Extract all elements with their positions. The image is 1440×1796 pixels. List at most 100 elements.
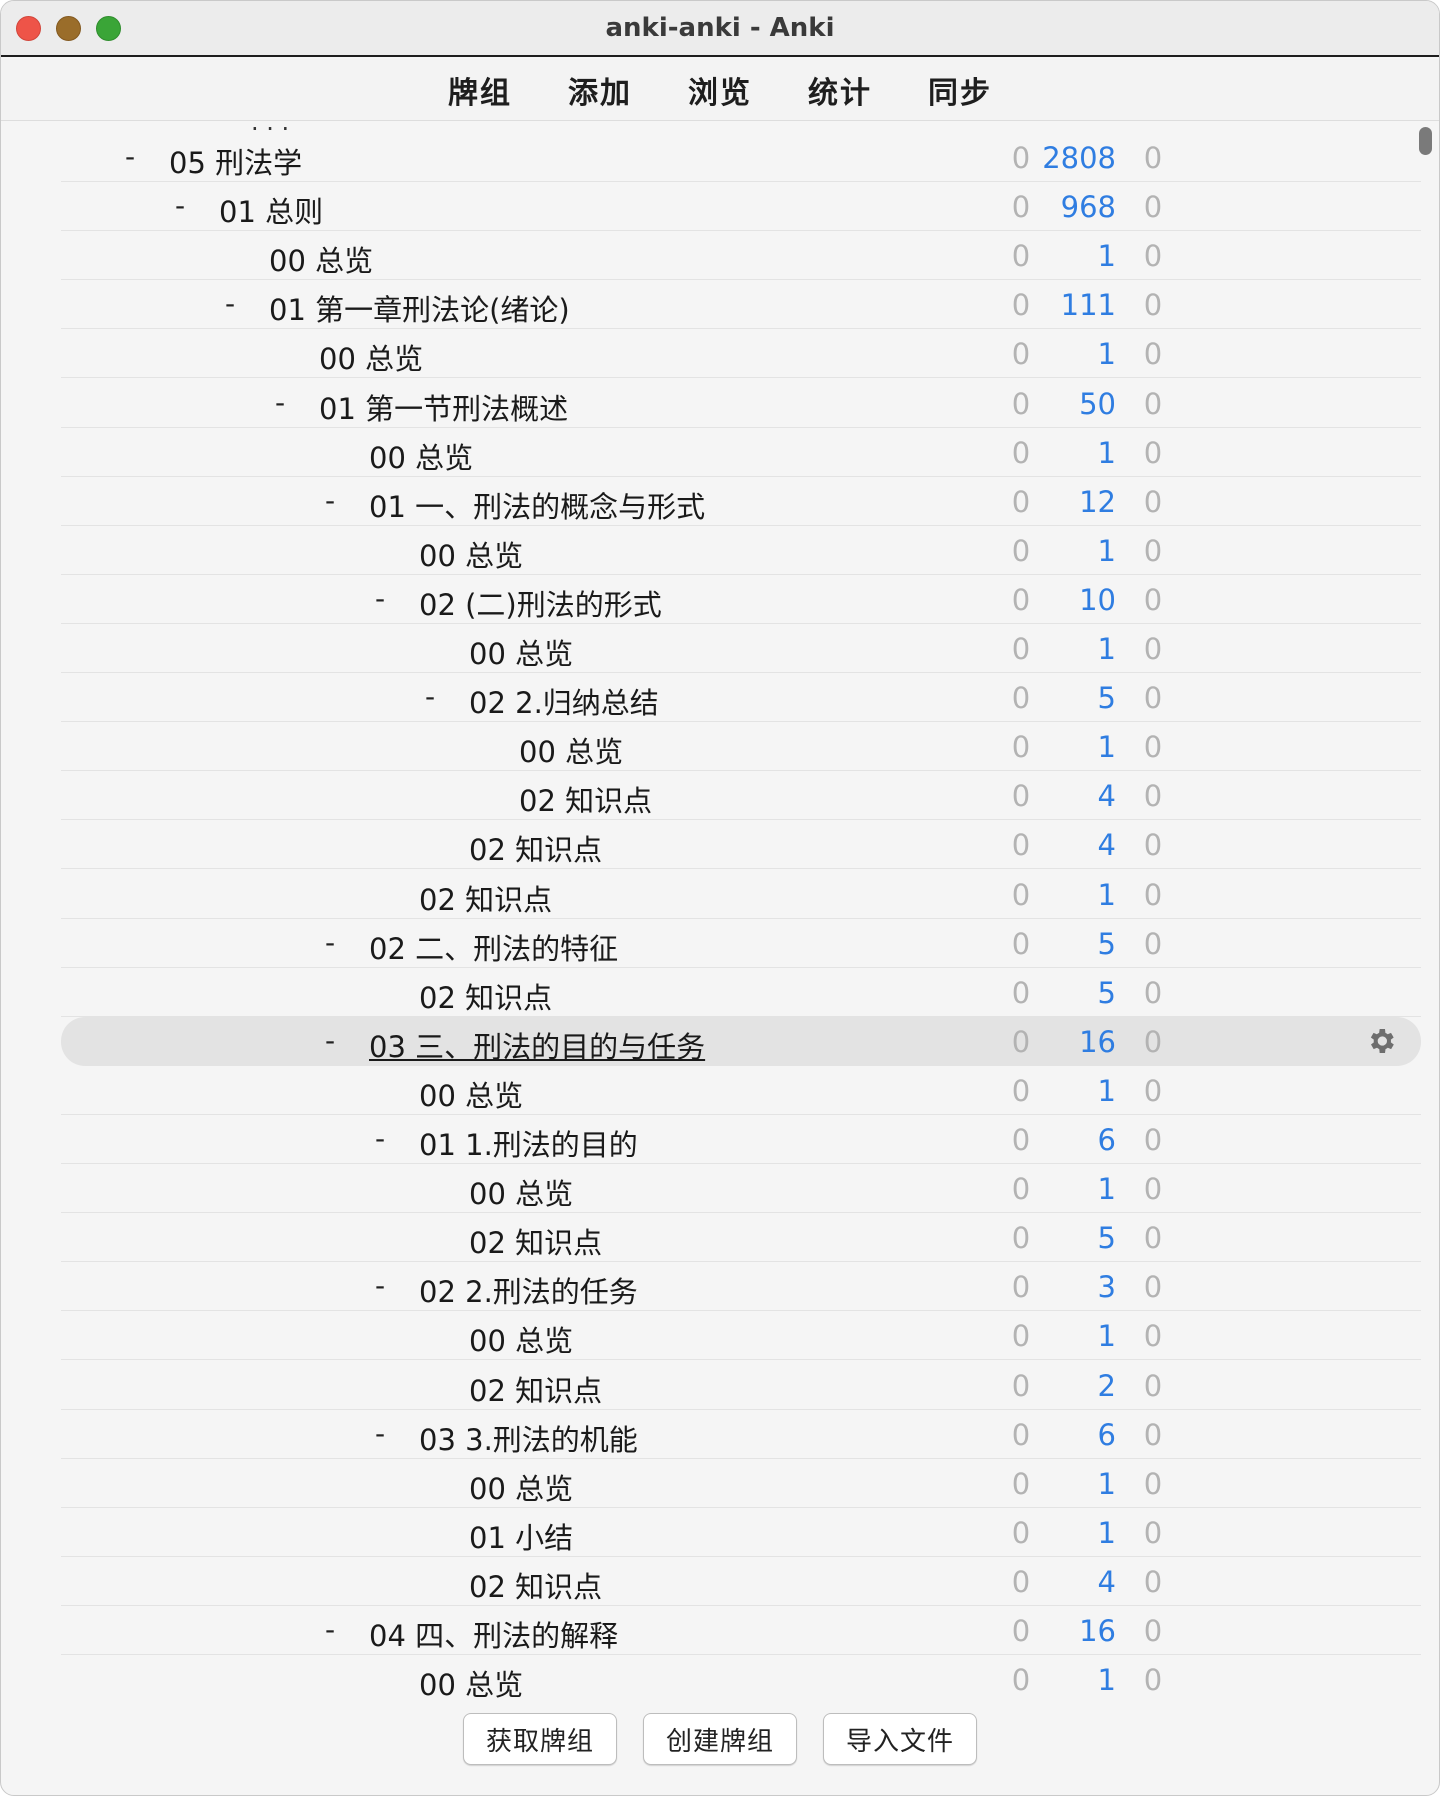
due-count: 0 — [1143, 975, 1163, 1010]
vertical-scrollbar[interactable] — [1417, 125, 1433, 1695]
collapse-toggle[interactable]: - — [225, 287, 245, 320]
deck-name-link[interactable]: 03 三、刑法的目的与任务 — [369, 1024, 705, 1066]
collapse-toggle[interactable]: - — [125, 140, 145, 173]
deck-row[interactable]: -04 四、刑法的解释 16 0 0 — [61, 1606, 1421, 1655]
deck-name-link[interactable]: 00 总览 — [419, 1073, 523, 1115]
deck-row[interactable]: -01 1.刑法的目的 6 0 0 — [61, 1115, 1421, 1164]
deck-name-link[interactable]: 02 2.归纳总结 — [469, 680, 659, 722]
deck-name-link[interactable]: 05 刑法学 — [169, 140, 302, 182]
due-count: 0 — [1143, 582, 1163, 617]
deck-name-link[interactable]: 00 总览 — [419, 533, 523, 575]
deck-name-link[interactable]: 01 第一节刑法概述 — [319, 386, 568, 428]
deck-name-link[interactable]: 02 知识点 — [469, 1220, 602, 1262]
deck-name-link[interactable]: 00 总览 — [419, 1662, 523, 1701]
collapse-toggle[interactable]: - — [175, 189, 195, 222]
deck-name-link[interactable]: 02 二、刑法的特征 — [369, 926, 618, 968]
due-count: 0 — [1143, 1270, 1163, 1305]
collapse-toggle[interactable]: - — [275, 386, 295, 419]
deck-row[interactable]: 00 总览 1 0 0 — [61, 1311, 1421, 1361]
deck-name-link[interactable]: 00 总览 — [469, 1466, 573, 1508]
deck-row[interactable]: 00 总览 1 0 0 — [61, 231, 1421, 281]
deck-name-link[interactable]: 02 知识点 — [419, 975, 552, 1017]
deck-row[interactable]: -01 第一章刑法论(绪论) 111 0 0 — [61, 280, 1421, 330]
learn-count: 0 — [1011, 779, 1031, 814]
deck-row[interactable]: 00 总览 1 0 0 — [61, 428, 1421, 477]
deck-row[interactable]: 02 知识点 4 0 0 — [61, 820, 1421, 870]
deck-row[interactable]: -02 (二)刑法的形式 10 0 0 — [61, 575, 1421, 624]
deck-row[interactable]: -02 二、刑法的特征 5 0 0 — [61, 919, 1421, 968]
deck-name-link[interactable]: 01 第一章刑法论(绪论) — [269, 287, 570, 329]
toolbar-stats-link[interactable]: 统计 — [808, 68, 872, 112]
toolbar-decks-link[interactable]: 牌组 — [448, 68, 512, 112]
deck-row[interactable]: 00 总览 1 0 0 — [61, 1066, 1421, 1115]
toolbar-browse-link[interactable]: 浏览 — [688, 68, 752, 112]
collapse-toggle[interactable]: - — [325, 1613, 345, 1646]
deck-name-link[interactable]: 02 知识点 — [469, 1368, 602, 1410]
deck-name-link[interactable]: 04 四、刑法的解释 — [369, 1613, 618, 1655]
import-file-button[interactable]: 导入文件 — [823, 1713, 977, 1765]
create-deck-button[interactable]: 创建牌组 — [643, 1713, 797, 1765]
deck-row[interactable]: 02 知识点 5 0 0 — [61, 1213, 1421, 1263]
deck-name-link[interactable]: 03 3.刑法的机能 — [419, 1417, 638, 1459]
deck-row[interactable]: 00 总览 1 0 0 — [61, 1164, 1421, 1214]
toolbar-add-link[interactable]: 添加 — [568, 68, 632, 112]
learn-count: 0 — [1011, 877, 1031, 912]
deck-row[interactable]: 02 知识点 1 0 0 — [61, 870, 1421, 919]
deck-row[interactable]: -01 一、刑法的概念与形式 12 0 0 — [61, 477, 1421, 526]
collapse-toggle[interactable]: - — [325, 1024, 345, 1057]
deck-name-link[interactable]: 00 总览 — [469, 1318, 573, 1360]
deck-row[interactable]: -03 3.刑法的机能 6 0 0 — [61, 1410, 1421, 1459]
deck-name-link[interactable]: 00 总览 — [519, 729, 623, 771]
learn-count: 0 — [1011, 1221, 1031, 1256]
deck-name-link[interactable]: 00 总览 — [469, 631, 573, 673]
deck-row[interactable]: 00 总览 1 0 0 — [61, 1655, 1421, 1701]
collapse-toggle[interactable]: - — [325, 484, 345, 517]
deck-row[interactable]: -02 2.刑法的任务 3 0 0 — [61, 1262, 1421, 1312]
get-shared-decks-button[interactable]: 获取牌组 — [463, 1713, 617, 1765]
deck-row[interactable]: 02 知识点 5 0 0 — [61, 968, 1421, 1017]
title-bar: anki-anki - Anki — [1, 1, 1439, 57]
learn-count: 0 — [1011, 1466, 1031, 1501]
deck-row-current[interactable]: -03 三、刑法的目的与任务 16 0 0 — [61, 1016, 1421, 1066]
deck-row[interactable]: 00 总览 1 0 0 — [61, 624, 1421, 673]
deck-name-link[interactable]: 02 知识点 — [469, 1564, 602, 1606]
deck-row[interactable]: 00 总览 1 0 0 — [61, 526, 1421, 575]
deck-row[interactable]: -05 刑法学 2808 0 0 — [61, 133, 1421, 182]
deck-row[interactable]: 01 小结 1 0 0 — [61, 1508, 1421, 1557]
deck-row[interactable]: 00 总览 1 0 0 — [61, 722, 1421, 772]
deck-row[interactable]: 00 总览 1 0 0 — [61, 329, 1421, 379]
collapse-toggle[interactable]: - — [325, 926, 345, 959]
deck-row[interactable]: 02 知识点 2 0 0 — [61, 1361, 1421, 1410]
deck-name-link[interactable]: 00 总览 — [369, 435, 473, 477]
deck-row[interactable]: 02 知识点 4 0 0 — [61, 1557, 1421, 1606]
learn-count: 0 — [1011, 730, 1031, 765]
deck-name-link[interactable]: 01 一、刑法的概念与形式 — [369, 484, 705, 526]
deck-name-link[interactable]: 02 2.刑法的任务 — [419, 1269, 638, 1311]
deck-name-link[interactable]: 01 1.刑法的目的 — [419, 1122, 638, 1164]
deck-row[interactable]: 00 总览 1 0 0 — [61, 1459, 1421, 1508]
gear-icon[interactable] — [1365, 1025, 1397, 1057]
deck-name-link[interactable]: 00 总览 — [319, 336, 423, 378]
deck-name-link[interactable]: 02 知识点 — [519, 778, 652, 820]
deck-row[interactable]: -01 总则 968 0 0 — [61, 182, 1421, 232]
deck-row[interactable]: 02 知识点 4 0 0 — [61, 771, 1421, 821]
collapse-toggle[interactable]: - — [375, 1417, 395, 1450]
deck-name-link[interactable]: 02 知识点 — [469, 827, 602, 869]
deck-name-link[interactable]: 01 小结 — [469, 1515, 573, 1557]
deck-name-link[interactable]: 02 知识点 — [419, 877, 552, 919]
collapse-toggle[interactable]: - — [375, 582, 395, 615]
deck-name-link[interactable]: 00 总览 — [269, 238, 373, 280]
deck-name-link[interactable]: 02 (二)刑法的形式 — [419, 582, 662, 624]
collapse-toggle[interactable]: - — [375, 1269, 395, 1302]
due-count: 0 — [1143, 1172, 1163, 1207]
deck-row[interactable]: -01 第一节刑法概述 50 0 0 — [61, 379, 1421, 428]
toolbar-sync-link[interactable]: 同步 — [928, 68, 992, 112]
collapse-toggle[interactable]: - — [425, 680, 445, 713]
collapse-toggle[interactable]: - — [375, 1122, 395, 1155]
learn-count: 0 — [1011, 1417, 1031, 1452]
deck-name-link[interactable]: 01 总则 — [219, 189, 323, 231]
scrollbar-thumb[interactable] — [1419, 127, 1432, 155]
deck-row[interactable]: -02 2.归纳总结 5 0 0 — [61, 673, 1421, 723]
due-count: 0 — [1143, 681, 1163, 716]
deck-name-link[interactable]: 00 总览 — [469, 1171, 573, 1213]
